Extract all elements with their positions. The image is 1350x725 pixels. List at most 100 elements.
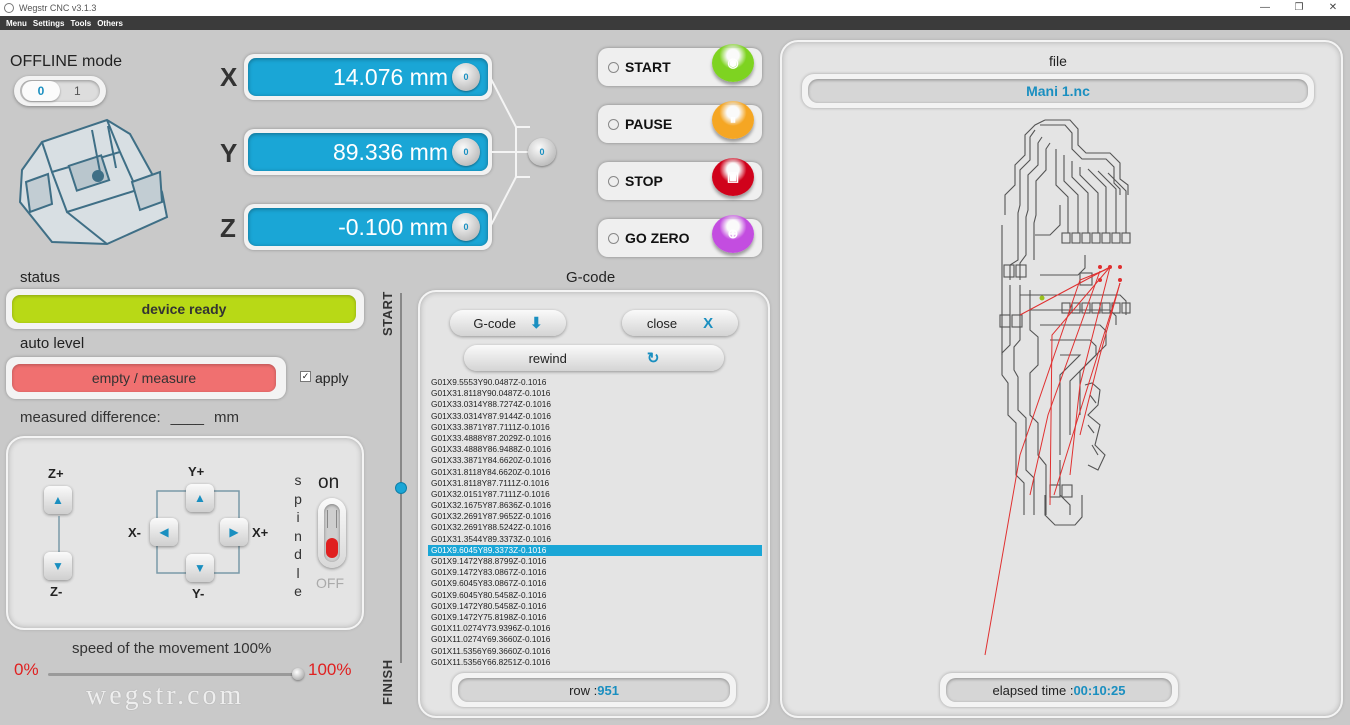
menu-item-others[interactable]: Others: [97, 19, 123, 28]
zero-z-button[interactable]: 0: [452, 213, 480, 241]
gcode-line[interactable]: G01X31.3544Y89.3373Z-0.1016: [428, 534, 762, 545]
gcode-line[interactable]: G01X31.8118Y90.0487Z-0.1016: [428, 388, 762, 399]
status-badge: device ready: [12, 295, 356, 323]
apply-checkbox[interactable]: ✓: [300, 371, 311, 382]
gcode-line[interactable]: G01X9.1472Y80.5458Z-0.1016: [428, 601, 762, 612]
offline-mode-title: OFFLINE mode: [10, 53, 123, 70]
pause-led-icon: [608, 119, 619, 130]
toolpath-preview[interactable]: [960, 115, 1160, 665]
download-icon: ⬇: [530, 315, 543, 332]
close-gcode-button[interactable]: close X: [622, 310, 738, 336]
start-button[interactable]: START ◉: [598, 44, 762, 86]
toggle-off-label: 0: [22, 81, 60, 101]
axis-y-letter: Y: [220, 138, 238, 168]
go-zero-button[interactable]: GO ZERO ⊕: [598, 215, 762, 257]
gcode-line[interactable]: G01X31.8118Y87.7111Z-0.1016: [428, 478, 762, 489]
menu-item-tools[interactable]: Tools: [70, 19, 91, 28]
gcode-line[interactable]: G01X33.3871Y84.6620Z-0.1016: [428, 455, 762, 466]
stop-button[interactable]: STOP ▣: [598, 158, 762, 200]
measured-difference-value: ____: [170, 409, 205, 426]
y-down-button[interactable]: ▼: [186, 554, 214, 582]
arrow-up-icon: ▲: [52, 493, 64, 507]
gcode-line[interactable]: G01X9.6045Y89.3373Z-0.1016: [428, 544, 762, 556]
gcode-line[interactable]: G01X9.1472Y75.8198Z-0.1016: [428, 612, 762, 623]
arrow-right-icon: ▶: [229, 525, 239, 539]
gcode-line[interactable]: G01X33.4888Y87.2029Z-0.1016: [428, 433, 762, 444]
gcode-line[interactable]: G01X9.6045Y83.0867Z-0.1016: [428, 578, 762, 589]
toggle-on-label: 1: [74, 84, 81, 98]
z-connector-line: [58, 516, 60, 552]
gcode-line[interactable]: G01X11.0274Y69.3660Z-0.1016: [428, 634, 762, 645]
gcode-line[interactable]: G01X11.5356Y66.8251Z-0.1016: [428, 657, 762, 667]
z-plus-label: Z+: [48, 466, 64, 481]
arrow-up-icon: ▲: [194, 491, 206, 505]
measured-difference: measured difference: ____ mm: [20, 409, 239, 426]
menu-item-menu[interactable]: Menu: [6, 19, 27, 28]
z-down-button[interactable]: ▼: [44, 552, 72, 580]
progress-start-label: START: [380, 291, 395, 336]
maximize-button[interactable]: ❐: [1282, 0, 1316, 16]
gcode-line[interactable]: G01X32.1675Y87.8636Z-0.1016: [428, 500, 762, 511]
close-window-button[interactable]: ✕: [1316, 0, 1350, 16]
window-controls: — ❐ ✕: [1248, 0, 1350, 16]
gcode-line[interactable]: G01X9.1472Y83.0867Z-0.1016: [428, 567, 762, 578]
spindle-on-label: on: [318, 472, 340, 493]
elapsed-time: elapsed time : 00:10:25: [946, 678, 1172, 702]
start-play-icon: ◉: [712, 44, 754, 82]
gcode-line[interactable]: G01X9.6045Y80.5458Z-0.1016: [428, 590, 762, 601]
zero-x-button[interactable]: 0: [452, 63, 480, 91]
spindle-off-label: OFF: [316, 575, 344, 591]
load-gcode-button[interactable]: G-code ⬇: [450, 310, 566, 336]
gcode-line[interactable]: G01X32.0151Y87.7111Z-0.1016: [428, 489, 762, 500]
speed-min-label: 0%: [14, 660, 39, 679]
y-up-button[interactable]: ▲: [186, 484, 214, 512]
gcode-line[interactable]: G01X32.2691Y88.5242Z-0.1016: [428, 522, 762, 533]
window-title: Wegstr CNC v3.1.3: [19, 3, 97, 13]
gcode-line[interactable]: G01X32.2691Y87.9652Z-0.1016: [428, 511, 762, 522]
spindle-letter: d: [294, 546, 302, 562]
gcode-line[interactable]: G01X33.3871Y87.7111Z-0.1016: [428, 422, 762, 433]
progress-finish-label: FINISH: [380, 659, 395, 705]
gcode-list[interactable]: G01X9.5553Y90.0487Z-0.1016 G01X31.8118Y90…: [428, 377, 762, 667]
gcode-line[interactable]: G01X31.8118Y84.6620Z-0.1016: [428, 467, 762, 478]
gcode-line[interactable]: G01X11.5356Y69.3660Z-0.1016: [428, 646, 762, 657]
axis-z-display: -0.100 mm 0: [244, 204, 492, 250]
rewind-button[interactable]: rewind ↻: [464, 345, 724, 371]
zero-all-button[interactable]: 0: [528, 138, 556, 166]
axis-y-value: 89.336 mm: [332, 139, 448, 165]
minimize-button[interactable]: —: [1248, 0, 1282, 16]
gcode-line[interactable]: G01X33.0314Y88.7274Z-0.1016: [428, 399, 762, 410]
gcode-line[interactable]: G01X33.4888Y86.9488Z-0.1016: [428, 444, 762, 455]
speed-slider-track[interactable]: [48, 673, 298, 676]
file-name-frame: Mani 1.nc: [802, 74, 1314, 108]
spindle-letter: e: [294, 583, 302, 599]
menu-item-settings[interactable]: Settings: [33, 19, 65, 28]
x-right-button[interactable]: ▶: [220, 518, 248, 546]
go-zero-label: GO ZERO: [625, 230, 690, 246]
axis-x-letter: X: [220, 62, 238, 92]
progress-track: [400, 293, 402, 663]
gcode-line[interactable]: G01X33.0314Y87.9144Z-0.1016: [428, 411, 762, 422]
offline-mode-toggle[interactable]: 0 1: [14, 76, 106, 106]
gcode-line[interactable]: G01X9.1472Y88.8799Z-0.1016: [428, 556, 762, 567]
z-up-button[interactable]: ▲: [44, 486, 72, 514]
pause-button[interactable]: PAUSE ⏸: [598, 101, 762, 143]
axis-y-display: 89.336 mm 0: [244, 129, 492, 175]
close-gcode-label: close: [646, 315, 678, 331]
axis-x-display: 14.076 mm 0: [244, 54, 492, 100]
speed-slider-thumb[interactable]: [292, 668, 304, 680]
x-left-button[interactable]: ◀: [150, 518, 178, 546]
speed-label: speed of the movement 100%: [72, 640, 272, 657]
gcode-line[interactable]: G01X11.0274Y73.9396Z-0.1016: [428, 623, 762, 634]
empty-measure-button[interactable]: empty / measure: [12, 364, 276, 392]
go-zero-led-icon: [608, 233, 619, 244]
zero-y-button[interactable]: 0: [452, 138, 480, 166]
row-counter: row : 951: [458, 678, 730, 702]
arrow-down-icon: ▼: [194, 561, 206, 575]
z-minus-label: Z-: [50, 584, 63, 599]
gcode-line[interactable]: G01X9.5553Y90.0487Z-0.1016: [428, 377, 762, 388]
y-plus-label: Y+: [188, 464, 205, 479]
spindle-switch[interactable]: [318, 498, 346, 568]
progress-marker: [395, 482, 407, 494]
spindle-letter: i: [296, 509, 300, 525]
